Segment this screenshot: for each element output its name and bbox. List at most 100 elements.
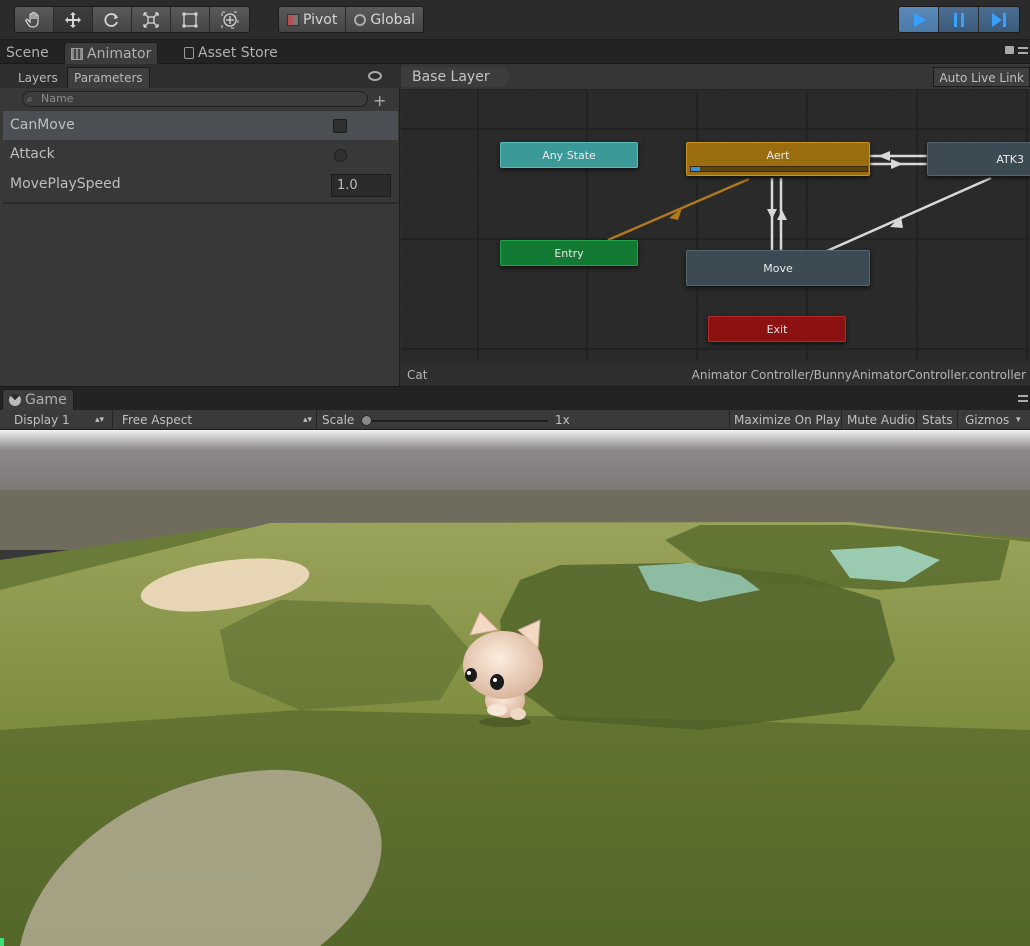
tab-scene-label: Scene — [6, 45, 49, 61]
play-button[interactable] — [899, 7, 939, 32]
tab-asset-store[interactable]: Asset Store — [178, 42, 284, 64]
scale-slider-thumb[interactable] — [361, 415, 372, 426]
animator-panel: Layers Parameters ⌕ Name + CanMove Attac… — [0, 64, 1030, 386]
cat-paw — [487, 704, 507, 716]
parameter-list-divider — [3, 202, 398, 204]
parameter-row-attack[interactable]: Attack — [3, 140, 398, 169]
toolbar-separator — [112, 410, 113, 430]
aspect-value: Free Aspect — [122, 413, 193, 427]
playback-controls — [898, 6, 1020, 33]
pivot-icon — [287, 13, 299, 26]
gizmos-toggle[interactable]: Gizmos — [965, 413, 1009, 429]
toolbar-separator — [916, 410, 917, 430]
state-entry[interactable]: Entry — [500, 240, 638, 266]
panel-menu-icon[interactable] — [1018, 395, 1028, 402]
panel-menu-icon[interactable] — [1018, 47, 1028, 54]
move-tool-button[interactable] — [54, 7, 93, 32]
rect-tool-button[interactable] — [171, 7, 210, 32]
parameter-row-moveplayspeed[interactable]: MovePlaySpeed 1.0 — [3, 170, 398, 199]
animator-sub-tabs: Layers Parameters — [0, 64, 400, 88]
scale-icon — [143, 11, 159, 28]
parameter-search-input[interactable]: ⌕ Name — [22, 91, 368, 107]
pause-icon — [953, 12, 964, 27]
search-placeholder: Name — [41, 92, 74, 105]
cat-paw — [510, 708, 526, 720]
maximize-on-play-toggle[interactable]: Maximize On Play — [734, 413, 841, 429]
global-label: Global — [370, 11, 416, 28]
canmove-checkbox[interactable] — [333, 119, 347, 133]
game-toolbar: Display 1 ▴▾ Free Aspect ▴▾ Scale 1x Max… — [0, 410, 1030, 430]
gizmos-label: Gizmos — [965, 413, 1010, 427]
pivot-toggle[interactable]: Pivot — [279, 7, 347, 32]
tab-parameters-label: Parameters — [74, 71, 143, 85]
selected-object-name: Cat — [407, 368, 428, 382]
auto-live-link-button[interactable]: Auto Live Link — [933, 67, 1030, 87]
tab-scene[interactable]: Scene — [0, 42, 55, 64]
display-dropdown[interactable]: Display 1 — [14, 413, 70, 429]
aspect-dropdown[interactable]: Free Aspect — [122, 413, 192, 429]
tab-layers[interactable]: Layers — [12, 67, 64, 88]
mute-audio-label: Mute Audio — [847, 413, 915, 427]
globe-icon — [354, 13, 367, 26]
tab-asset-store-label: Asset Store — [198, 45, 278, 61]
hand-tool-button[interactable] — [15, 7, 54, 32]
breadcrumb-base-layer[interactable]: Base Layer — [401, 67, 511, 87]
parameter-name: Attack — [10, 146, 55, 162]
tab-game-label: Game — [25, 392, 67, 408]
state-atk[interactable]: ATK3 — [927, 142, 1030, 176]
tab-parameters[interactable]: Parameters — [67, 67, 150, 88]
game-scene — [0, 430, 1030, 946]
state-aert[interactable]: Aert — [686, 142, 870, 176]
pivot-label: Pivot — [303, 11, 338, 28]
mute-audio-toggle[interactable]: Mute Audio — [847, 413, 915, 429]
state-label: Aert — [766, 149, 790, 162]
tab-game[interactable]: Game — [2, 389, 74, 410]
global-toggle[interactable]: Global — [346, 7, 423, 32]
state-label: ATK3 — [996, 152, 1024, 166]
rect-transform-icon — [182, 12, 198, 27]
parameter-row-canmove[interactable]: CanMove — [3, 111, 398, 140]
transform-icon — [221, 11, 238, 28]
toolbar-separator — [316, 410, 317, 430]
maximize-on-play-label: Maximize On Play — [734, 413, 841, 427]
corner-marker — [0, 938, 4, 946]
rotate-tool-button[interactable] — [93, 7, 132, 32]
stats-label: Stats — [922, 413, 953, 427]
lock-icon[interactable] — [1005, 46, 1014, 54]
parameter-search-row: ⌕ Name + — [0, 88, 400, 110]
graph-breadcrumb-bar: Base Layer Auto Live Link — [401, 64, 1030, 90]
gizmos-dropdown-icon[interactable]: ▾ — [1016, 413, 1021, 429]
rotate-icon — [104, 12, 118, 27]
dropdown-arrows-icon: ▴▾ — [303, 415, 313, 425]
game-view[interactable] — [0, 430, 1030, 946]
step-button[interactable] — [979, 7, 1019, 32]
pause-button[interactable] — [939, 7, 979, 32]
state-any-state[interactable]: Any State — [500, 142, 638, 168]
parameter-name: MovePlaySpeed — [10, 176, 121, 192]
play-icon — [913, 12, 926, 27]
state-move[interactable]: Move — [686, 250, 870, 286]
dropdown-arrows-icon: ▴▾ — [95, 415, 105, 425]
game-tab-row: Game — [0, 386, 1030, 410]
attack-trigger-radio[interactable] — [334, 149, 347, 162]
tab-animator[interactable]: Animator — [64, 42, 159, 64]
scale-label: Scale — [322, 413, 355, 427]
cat-right-eye — [490, 674, 504, 690]
scale-tool-button[interactable] — [132, 7, 171, 32]
stats-toggle[interactable]: Stats — [922, 413, 953, 429]
transform-tool-button[interactable] — [210, 7, 249, 32]
game-pacman-icon — [9, 394, 21, 406]
state-exit[interactable]: Exit — [708, 316, 846, 342]
window-tabs: Scene Animator Asset Store — [0, 40, 1030, 64]
state-machine-graph[interactable]: Base Layer Auto Live Link Any State Entr… — [401, 64, 1030, 386]
transform-tools — [14, 6, 250, 33]
state-label: Move — [763, 261, 793, 275]
move-arrows-icon — [65, 11, 81, 28]
moveplayspeed-field[interactable]: 1.0 — [331, 174, 391, 197]
scale-slider-track[interactable] — [363, 420, 548, 422]
add-parameter-button[interactable]: + — [373, 91, 386, 110]
hand-icon — [25, 11, 39, 28]
eye-icon[interactable] — [368, 71, 382, 81]
cat-head — [463, 631, 543, 699]
graph-status-bar: Cat Animator Controller/BunnyAnimatorCon… — [401, 364, 1030, 386]
